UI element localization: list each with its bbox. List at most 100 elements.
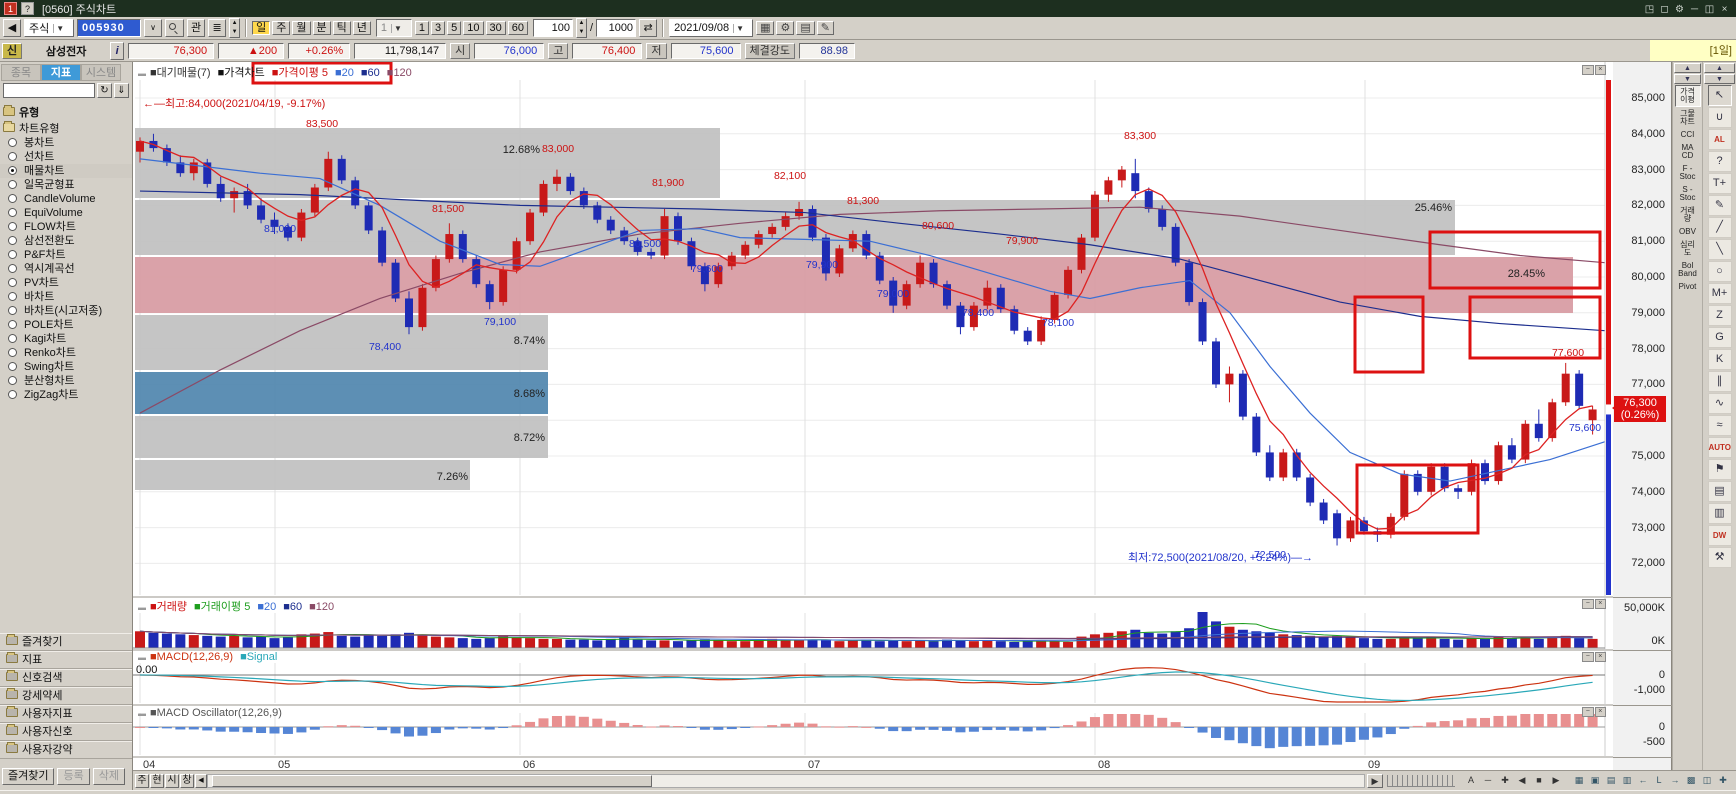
horizontal-scrollbar[interactable] [207, 774, 1365, 788]
gwan-button[interactable]: 관 [187, 19, 206, 37]
view-chip-주[interactable]: 주 [135, 774, 149, 788]
indicator-button-Pivot[interactable]: Pivot [1675, 281, 1701, 293]
help-icon[interactable]: ? [21, 2, 34, 15]
accordion-사용자지표[interactable]: 사용자지표 [0, 705, 132, 723]
stock-spinner[interactable]: ▲ ▼ [229, 18, 241, 38]
excel-icon[interactable]: ▦ [1571, 774, 1587, 788]
chart-type-Swing차트[interactable]: Swing차트 [0, 360, 132, 374]
bars-spinner[interactable]: ▲ ▼ [576, 18, 587, 38]
magnet-icon[interactable]: ∪ [1707, 107, 1732, 128]
total-bars-input[interactable]: 1000 [596, 19, 637, 37]
indicator-button-MACD[interactable]: MA CD [1675, 142, 1701, 162]
zoom-slider[interactable] [1387, 775, 1455, 787]
scroll-right-button[interactable]: ▶ [1367, 774, 1383, 788]
accordion-사용자강약[interactable]: 사용자강약 [0, 741, 132, 759]
accordion-즐겨찾기[interactable]: 즐겨찾기 [0, 633, 132, 651]
tools-scroll-up[interactable]: ▲ [1704, 63, 1735, 73]
eraser-all-icon[interactable]: AL [1707, 129, 1732, 150]
tools-scroll-down[interactable]: ▼ [1704, 74, 1735, 84]
a-label-button[interactable]: A [1463, 774, 1479, 788]
wave-count-icon[interactable]: M+ [1707, 283, 1732, 304]
indicator-button-BolBand[interactable]: Bol Band [1675, 260, 1701, 280]
indicator-button-그물차트[interactable]: 그물 차트 [1675, 108, 1701, 128]
wrench-icon[interactable]: ⚒ [1707, 547, 1732, 568]
panel-close-icon[interactable]: × [1594, 652, 1606, 662]
panel-grip-icon[interactable]: ▬ [138, 603, 146, 612]
prev-button[interactable]: ◀ [1514, 774, 1530, 788]
right-arrow-icon[interactable]: → [1667, 774, 1683, 788]
panel-minimize-icon[interactable]: − [1582, 65, 1594, 75]
footer-button-즐겨찾기[interactable]: 즐겨찾기 [2, 768, 55, 785]
k-wave-icon[interactable]: K [1707, 349, 1732, 370]
indicator-button-S -Stoc[interactable]: S - Stoc [1675, 184, 1701, 204]
flag-icon[interactable]: ⚑ [1707, 459, 1732, 480]
chart-type-바차트[interactable]: 바차트 [0, 290, 132, 304]
zigzag-icon[interactable]: ∿ [1707, 393, 1732, 414]
gear-icon[interactable]: ⚙ [776, 21, 795, 35]
l-mark-icon[interactable]: L [1651, 774, 1667, 788]
trend-line-icon[interactable]: ╱ [1707, 217, 1732, 238]
indicator-button-F -Stoc[interactable]: F - Stoc [1675, 163, 1701, 183]
view-chip-시[interactable]: 시 [165, 774, 179, 788]
indicator-button-가격이평[interactable]: 가격 이평 [1674, 85, 1701, 107]
chart-type-분산형차트[interactable]: 분산형차트 [0, 374, 132, 388]
interval-button-3[interactable]: 3 [431, 21, 446, 35]
panel-close-icon[interactable]: × [1594, 707, 1606, 717]
indicator-scroll-down[interactable]: ▼ [1674, 74, 1701, 84]
chart-swap-icon[interactable]: ▤ [1603, 774, 1619, 788]
panel-grip-icon[interactable]: ▬ [138, 69, 146, 78]
tree-view-icon[interactable]: ≣ [208, 19, 227, 37]
period-button-틱[interactable]: 틱 [332, 21, 351, 35]
left-arrow-icon[interactable]: ← [1635, 774, 1651, 788]
ray-line-icon[interactable]: ╲ [1707, 239, 1732, 260]
parallel-lines-icon[interactable]: ∥ [1707, 371, 1732, 392]
save-icon[interactable]: ▤ [796, 21, 815, 35]
indicator-search-input[interactable] [3, 83, 95, 98]
interval-button-1[interactable]: 1 [414, 21, 429, 35]
tree-group-chart-types[interactable]: 차트유형 [3, 120, 59, 136]
chart-type-역시계곡선[interactable]: 역시계곡선 [0, 262, 132, 276]
stop-button[interactable]: ■ [1531, 774, 1547, 788]
minus-button[interactable]: ─ [1480, 774, 1496, 788]
accordion-신호검색[interactable]: 신호검색 [0, 669, 132, 687]
panel-grip-icon[interactable]: ▬ [138, 709, 146, 718]
chart-type-POLE차트[interactable]: POLE차트 [0, 318, 132, 332]
chart-type-Kagi차트[interactable]: Kagi차트 [0, 332, 132, 346]
panel-minimize-icon[interactable]: − [1582, 707, 1594, 717]
period-button-년[interactable]: 년 [352, 21, 371, 35]
panel-grip-icon[interactable]: ▬ [138, 653, 146, 662]
period-button-월[interactable]: 월 [292, 21, 311, 35]
chart-type-ZigZag차트[interactable]: ZigZag차트 [0, 388, 132, 402]
tab-종목[interactable]: 종목 [1, 64, 41, 81]
popup-icon[interactable]: ◻ [1657, 4, 1672, 15]
mini-chart-icon[interactable]: ▥ [1707, 503, 1732, 524]
chart-type-Renko차트[interactable]: Renko차트 [0, 346, 132, 360]
refresh-icon[interactable]: ↻ [97, 83, 112, 98]
save-icon[interactable]: ▣ [1587, 774, 1603, 788]
period-button-일[interactable]: 일 [252, 21, 271, 35]
view-chip-창[interactable]: 창 [180, 774, 194, 788]
code-dropdown-button[interactable]: ∨ [144, 19, 162, 37]
chart-type-FLOW차트[interactable]: FLOW차트 [0, 220, 132, 234]
panel-close-icon[interactable]: × [1594, 599, 1606, 609]
text-plus-icon[interactable]: T+ [1707, 173, 1732, 194]
chart-canvas[interactable]: 12.68% 25.46% 28.45% 8.74% 8.68% 8.72% 7.26% ←―… [133, 61, 1613, 771]
chart-type-선차트[interactable]: 선차트 [0, 150, 132, 164]
plus-button[interactable]: ✚ [1497, 774, 1513, 788]
memo-icon[interactable]: ▤ [1707, 481, 1732, 502]
chart-type-삼선전환도[interactable]: 삼선전환도 [0, 234, 132, 248]
asset-type-select[interactable]: 주식 ▼ [24, 19, 74, 37]
interval-button-10[interactable]: 10 [463, 21, 484, 35]
search-icon[interactable] [165, 19, 184, 37]
chart-type-매물차트[interactable]: 매물차트 [0, 164, 132, 178]
indicator-button-심리도[interactable]: 심리 도 [1675, 239, 1701, 259]
help-icon[interactable]: ? [1707, 151, 1732, 172]
info-button[interactable]: i [110, 41, 125, 60]
chart-type-EquiVolume[interactable]: EquiVolume [0, 206, 132, 220]
pattern-icon[interactable]: ≈ [1707, 415, 1732, 436]
period-button-주[interactable]: 주 [272, 21, 291, 35]
bars-count-input[interactable]: 100 [533, 19, 573, 37]
settings-icon[interactable]: ⚙ [1672, 4, 1687, 15]
dw-grid-icon[interactable]: DW [1707, 525, 1732, 546]
chart-type-CandleVolume[interactable]: CandleVolume [0, 192, 132, 206]
